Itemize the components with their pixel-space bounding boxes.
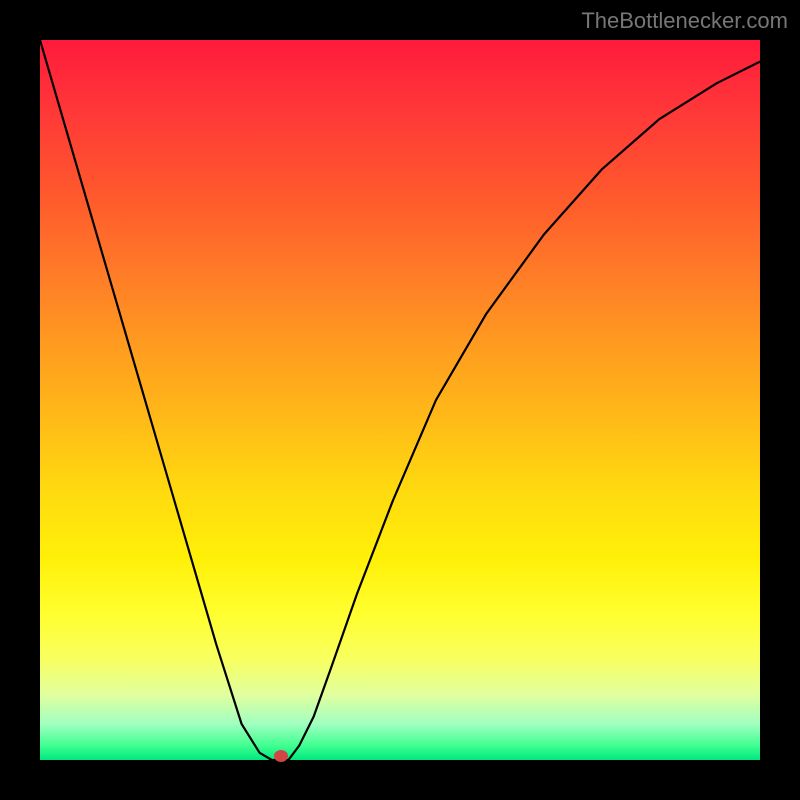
watermark-label: TheBottlenecker.com — [581, 8, 788, 34]
chart-frame: TheBottlenecker.com — [0, 0, 800, 800]
plot-area — [40, 40, 760, 760]
bottleneck-curve — [40, 40, 760, 760]
optimal-point-marker — [274, 750, 288, 762]
